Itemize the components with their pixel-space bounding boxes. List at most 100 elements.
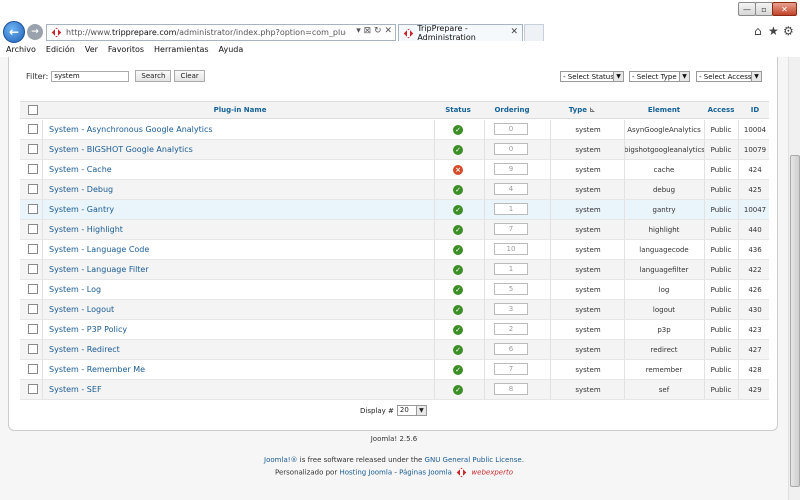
enabled-check-icon[interactable]: ✓ [453,345,463,355]
ordering-input[interactable]: 3 [494,303,528,315]
ordering-input[interactable]: 0 [494,123,528,135]
row-checkbox[interactable] [28,184,38,194]
col-type[interactable]: Type ⊾ [562,106,602,114]
plugin-access: Public [710,146,732,154]
back-button[interactable]: ← [3,21,25,43]
forward-button[interactable]: → [27,24,43,40]
select-status[interactable]: - Select Status - ▼ [560,71,624,82]
ordering-input[interactable]: 7 [494,363,528,375]
clear-button[interactable]: Clear [174,70,205,82]
maximize-button[interactable]: ▫ [755,2,773,16]
favorites-star-icon[interactable]: ★ [768,24,779,38]
menu-archivo[interactable]: Archivo [6,45,36,54]
plugin-name-link[interactable]: System - Log [49,285,101,294]
menu-ver[interactable]: Ver [85,45,98,54]
row-checkbox[interactable] [28,284,38,294]
paginas-joomla-link[interactable]: Páginas Joomla [399,469,452,477]
ordering-input[interactable]: 5 [494,283,528,295]
col-element[interactable]: Element [634,106,694,114]
tab-close-icon[interactable]: ✕ [510,27,518,37]
close-window-button[interactable]: ✕ [772,2,797,16]
plugin-name-link[interactable]: System - Asynchronous Google Analytics [49,125,213,134]
gear-icon[interactable]: ⚙ [783,24,794,38]
disabled-cross-icon[interactable]: × [453,165,463,175]
col-ordering[interactable]: Ordering [490,106,534,114]
ordering-input[interactable]: 6 [494,343,528,355]
ordering-input[interactable]: 0 [494,143,528,155]
ordering-input[interactable]: 7 [494,223,528,235]
row-checkbox[interactable] [28,204,38,214]
plugin-name-link[interactable]: System - Remember Me [49,365,145,374]
plugin-name-link[interactable]: System - Logout [49,305,114,314]
webexperto-brand[interactable]: webexperto [471,469,513,477]
filter-input[interactable] [51,70,130,82]
menu-favoritos[interactable]: Favoritos [108,45,144,54]
enabled-check-icon[interactable]: ✓ [453,125,463,135]
home-icon[interactable]: ⌂ [754,24,762,38]
plugin-name-link[interactable]: System - Redirect [49,345,120,354]
row-checkbox[interactable] [28,224,38,234]
row-checkbox[interactable] [28,264,38,274]
plugin-name-link[interactable]: System - Debug [49,185,113,194]
row-checkbox[interactable] [28,324,38,334]
ordering-input[interactable]: 2 [494,323,528,335]
plugin-name-link[interactable]: System - P3P Policy [49,325,127,334]
column-divider [550,320,551,339]
enabled-check-icon[interactable]: ✓ [453,205,463,215]
row-checkbox[interactable] [28,344,38,354]
enabled-check-icon[interactable]: ✓ [453,325,463,335]
ordering-input[interactable]: 1 [494,203,528,215]
display-limit-select[interactable]: 20 ▼ [396,405,427,416]
col-status[interactable]: Status [438,106,478,114]
enabled-check-icon[interactable]: ✓ [453,285,463,295]
search-button[interactable]: Search [135,70,172,82]
address-bar[interactable]: http://www.tripprepare.com/administrator… [46,24,396,41]
enabled-check-icon[interactable]: ✓ [453,265,463,275]
joomla-link[interactable]: Joomla!® [264,456,298,464]
select-type[interactable]: - Select Type - ▼ [629,71,690,82]
enabled-check-icon[interactable]: ✓ [453,385,463,395]
ordering-input[interactable]: 4 [494,183,528,195]
hosting-joomla-link[interactable]: Hosting Joomla [339,469,392,477]
col-plugin-name[interactable]: Plug-in Name [190,106,290,114]
enabled-check-icon[interactable]: ✓ [453,185,463,195]
plugin-name-link[interactable]: System - Highlight [49,225,123,234]
select-access[interactable]: - Select Access - ▼ [696,71,762,82]
minimize-button[interactable]: — [738,2,756,16]
plugin-name-link[interactable]: System - Language Filter [49,265,149,274]
tab-active[interactable]: TripPrepare - Administration ✕ [398,24,523,42]
row-checkbox[interactable] [28,244,38,254]
row-checkbox[interactable] [28,384,38,394]
row-checkbox[interactable] [28,304,38,314]
plugin-name-link[interactable]: System - BIGSHOT Google Analytics [49,145,193,154]
col-access[interactable]: Access [704,106,738,114]
ordering-input[interactable]: 10 [494,243,528,255]
plugin-name-link[interactable]: System - Language Code [49,245,149,254]
row-checkbox[interactable] [28,364,38,374]
plugin-name-link[interactable]: System - Gantry [49,205,114,214]
gpl-link[interactable]: GNU General Public License. [425,456,524,464]
ordering-input[interactable]: 1 [494,263,528,275]
plugin-name-link[interactable]: System - Cache [49,165,112,174]
row-checkbox[interactable] [28,124,38,134]
row-checkbox[interactable] [28,164,38,174]
plugin-name-link[interactable]: System - SEF [49,385,102,394]
enabled-check-icon[interactable]: ✓ [453,225,463,235]
ordering-input[interactable]: 8 [494,383,528,395]
enabled-check-icon[interactable]: ✓ [453,365,463,375]
scroll-thumb[interactable] [790,155,800,487]
address-actions-icon[interactable]: ▾ ⊠ ↻ ✕ [356,26,392,36]
menu-edicion[interactable]: Edición [46,45,75,54]
column-divider [738,120,739,139]
enabled-check-icon[interactable]: ✓ [453,245,463,255]
menu-herramientas[interactable]: Herramientas [154,45,209,54]
enabled-check-icon[interactable]: ✓ [453,145,463,155]
menu-ayuda[interactable]: Ayuda [219,45,244,54]
page-scrollbar[interactable] [788,57,800,500]
check-all-checkbox[interactable] [28,105,38,115]
new-tab-button[interactable] [524,24,544,41]
ordering-input[interactable]: 9 [494,163,528,175]
row-checkbox[interactable] [28,144,38,154]
enabled-check-icon[interactable]: ✓ [453,305,463,315]
col-id[interactable]: ID [744,106,766,114]
